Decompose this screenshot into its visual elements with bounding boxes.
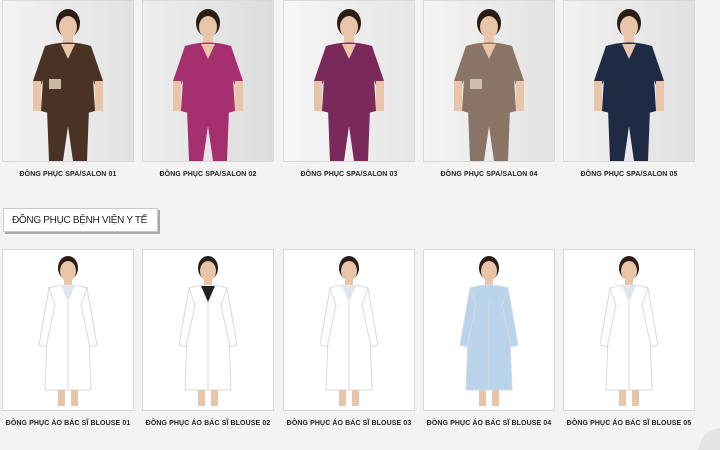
product-card[interactable] xyxy=(283,0,415,162)
light-blue-nurse-uniform-image xyxy=(424,250,554,410)
product-card[interactable] xyxy=(283,249,415,411)
product-caption[interactable]: ĐỒNG PHỤC SPA/SALON 04 xyxy=(419,171,559,178)
section-title-hospital: ĐỒNG PHỤC BỆNH VIỆN Y TẾ xyxy=(3,208,159,232)
product-card[interactable] xyxy=(423,249,555,411)
product-card[interactable] xyxy=(423,0,555,162)
product-caption[interactable]: ĐỒNG PHỤC ÁO BÁC SĨ BLOUSE 02 xyxy=(138,420,278,427)
white-short-coats-pair-image xyxy=(143,250,273,410)
product-caption[interactable]: ĐỒNG PHỤC SPA/SALON 02 xyxy=(138,171,278,178)
purple-scrubs-man-image xyxy=(284,1,414,161)
brown-spa-uniform-image xyxy=(3,1,133,161)
product-caption[interactable]: ĐỒNG PHỤC SPA/SALON 03 xyxy=(279,171,419,178)
product-caption[interactable]: ĐỒNG PHỤC ÁO BÁC SĨ BLOUSE 01 xyxy=(0,420,138,427)
magenta-spa-uniform-image xyxy=(143,1,273,161)
white-short-dress-coat-image xyxy=(564,250,694,410)
product-card[interactable] xyxy=(563,249,695,411)
navy-spa-uniform-image xyxy=(564,1,694,161)
product-caption[interactable]: ĐỒNG PHỤC SPA/SALON 01 xyxy=(0,171,138,178)
white-dress-lab-coat-image xyxy=(284,250,414,410)
product-caption[interactable]: ĐỒNG PHỤC SPA/SALON 05 xyxy=(559,171,699,178)
product-card[interactable] xyxy=(142,249,274,411)
product-card[interactable] xyxy=(142,0,274,162)
white-long-lab-coat-image xyxy=(3,250,133,410)
product-caption[interactable]: ĐỒNG PHỤC ÁO BÁC SĨ BLOUSE 05 xyxy=(559,420,699,427)
taupe-spa-uniform-image xyxy=(424,1,554,161)
corner-decoration xyxy=(698,428,720,450)
product-card[interactable] xyxy=(2,0,134,162)
product-caption[interactable]: ĐỒNG PHỤC ÁO BÁC SĨ BLOUSE 04 xyxy=(419,420,559,427)
product-caption[interactable]: ĐỒNG PHỤC ÁO BÁC SĨ BLOUSE 03 xyxy=(279,420,419,427)
product-card[interactable] xyxy=(563,0,695,162)
product-card[interactable] xyxy=(2,249,134,411)
